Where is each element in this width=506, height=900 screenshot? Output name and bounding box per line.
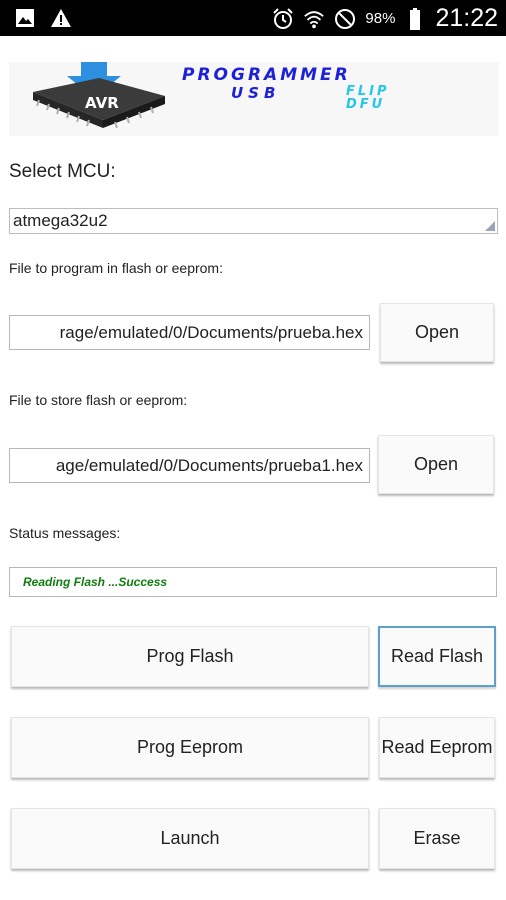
do-not-disturb-icon (334, 8, 356, 30)
launch-button[interactable]: Launch (11, 808, 369, 869)
status-message-box: Reading Flash ...Success (9, 567, 497, 597)
read-flash-button[interactable]: Read Flash (378, 626, 496, 687)
status-messages-label: Status messages: (9, 525, 121, 541)
program-file-label: File to program in flash or eeprom: (9, 260, 223, 276)
open-store-file-button[interactable]: Open (378, 435, 494, 494)
mcu-select-value: atmega32u2 (13, 211, 108, 230)
erase-button[interactable]: Erase (379, 808, 495, 869)
battery-icon (404, 7, 426, 30)
mcu-select[interactable]: atmega32u2 (9, 208, 498, 234)
warning-icon (50, 7, 72, 29)
status-message: Reading Flash ...Success (23, 575, 168, 589)
status-bar: 98% 21:22 (0, 0, 506, 36)
banner-subtitle: USB (231, 84, 281, 102)
alarm-icon (272, 7, 294, 30)
clock: 21:22 (435, 4, 498, 32)
select-mcu-label: Select MCU: (9, 161, 116, 182)
dropdown-arrow-icon (485, 221, 495, 231)
banner-dfu: DFU (346, 97, 386, 112)
avr-chip-logo: AVR (33, 62, 165, 129)
app-banner: AVR PROGRAMMER USB FLIP DFU (9, 62, 499, 136)
chip-label: AVR (85, 94, 119, 112)
battery-percent: 98% (365, 10, 396, 27)
read-eeprom-button[interactable]: Read Eeprom (379, 717, 495, 778)
store-file-label: File to store flash or eeprom: (9, 392, 188, 408)
image-icon (14, 7, 36, 29)
prog-eeprom-button[interactable]: Prog Eeprom (11, 717, 369, 778)
open-program-file-button[interactable]: Open (380, 303, 494, 362)
store-file-path: age/emulated/0/Documents/prueba1.hex (55, 456, 363, 475)
program-file-path: rage/emulated/0/Documents/prueba.hex (59, 323, 363, 342)
wifi-icon (303, 8, 325, 30)
store-file-input[interactable]: age/emulated/0/Documents/prueba1.hex (9, 448, 370, 483)
banner-title: PROGRAMMER (182, 65, 351, 85)
program-file-input[interactable]: rage/emulated/0/Documents/prueba.hex (9, 315, 370, 350)
prog-flash-button[interactable]: Prog Flash (11, 626, 369, 687)
